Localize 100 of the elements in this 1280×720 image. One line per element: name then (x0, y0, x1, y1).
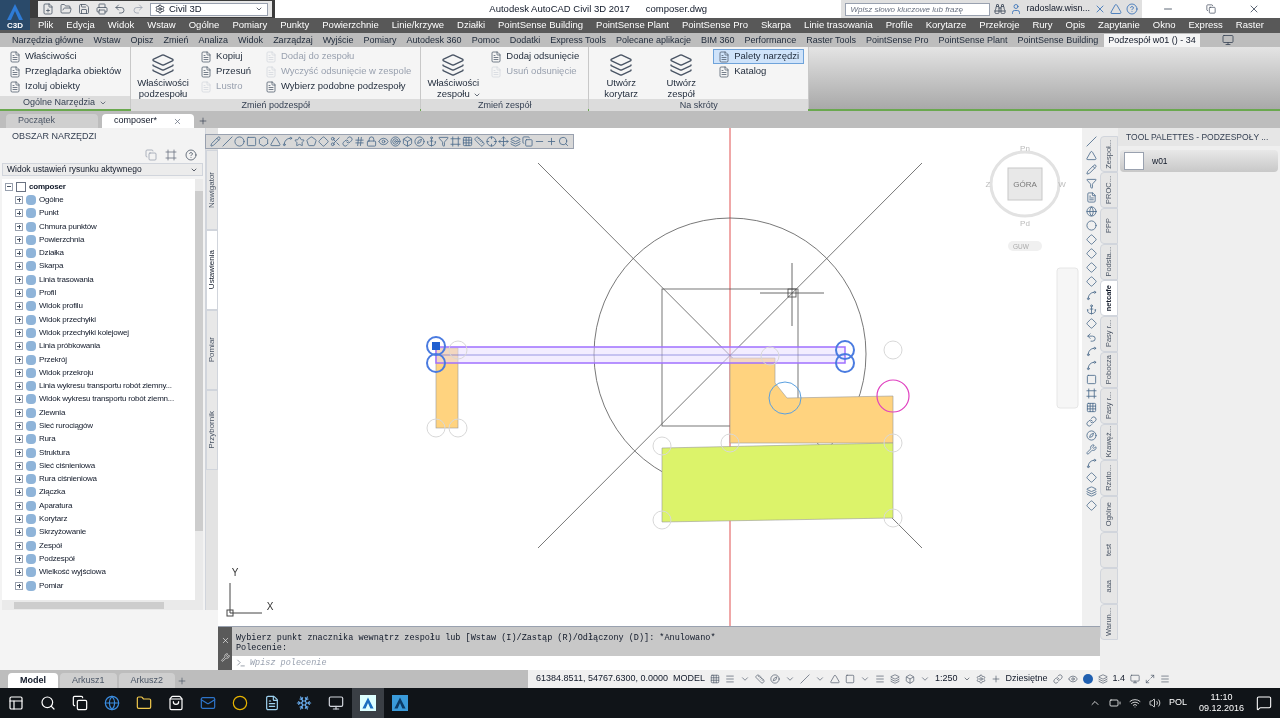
frame-icon[interactable] (450, 136, 461, 147)
plus-icon[interactable] (990, 674, 1001, 684)
caret-icon[interactable] (962, 675, 971, 683)
tree-item[interactable]: Linia próbkowania (2, 339, 195, 353)
add-tab-icon[interactable] (177, 676, 188, 686)
diamond-icon[interactable] (318, 136, 329, 147)
pencil-icon[interactable] (210, 136, 221, 147)
anchor-icon[interactable] (1085, 304, 1097, 315)
frame-icon[interactable] (1085, 388, 1097, 399)
tree-item[interactable]: Korytarz (2, 512, 195, 526)
menu-item[interactable]: Działki (457, 18, 486, 33)
expand-icon[interactable] (15, 262, 23, 271)
ribbon-tab[interactable]: Dodatki (505, 34, 545, 47)
crosshair-icon[interactable] (486, 136, 497, 147)
expand-icon[interactable] (15, 461, 23, 470)
tree-item[interactable]: Wielkość wyjściowa (2, 565, 195, 579)
tree-item[interactable]: Punkt (2, 206, 195, 220)
pencil-icon[interactable] (1085, 164, 1097, 175)
triangle-icon[interactable] (270, 136, 281, 147)
grid-icon[interactable] (1085, 402, 1097, 413)
ribbon-tab[interactable]: Polecane aplikacje (612, 34, 696, 47)
menu-item[interactable]: Plik (38, 18, 54, 33)
expand-icon[interactable] (15, 448, 23, 457)
expand-icon[interactable] (15, 501, 23, 510)
ribbon-tab[interactable]: PointSense Building (1013, 34, 1103, 47)
ribbon-tab[interactable]: Wstaw (89, 34, 125, 47)
layout-tab[interactable]: Arkusz1 (60, 673, 117, 688)
expand-icon[interactable] (15, 342, 23, 351)
ribbon-tab[interactable]: Zmień (159, 34, 193, 47)
speaker-icon[interactable] (1148, 697, 1161, 709)
tree-item[interactable]: Zlewnia (2, 406, 195, 420)
ribbon-small-button[interactable]: Wybierz podobne podzespoły (259, 79, 417, 94)
menu-item[interactable]: Pomiary (232, 18, 268, 33)
ribbon-tab[interactable]: Autodesk 360 (402, 34, 466, 47)
side-tab[interactable]: Ustawienia (206, 230, 218, 310)
cube-icon[interactable] (402, 136, 413, 147)
circle-icon[interactable] (234, 136, 245, 147)
tree-item[interactable]: Chmura punktów (2, 219, 195, 234)
tree-item[interactable]: Widok przechyłki kolejowej (2, 326, 195, 340)
tree-item[interactable]: Profil (2, 286, 195, 300)
new-file-icon[interactable] (42, 3, 54, 15)
circle-icon[interactable] (1085, 220, 1097, 231)
ribbon-small-button[interactable]: Przeglądarka obiektów (4, 64, 127, 79)
ribbon-small-button[interactable]: Izoluj obiekty (4, 79, 127, 94)
ribbon-tab[interactable]: Express Tools (546, 34, 610, 47)
ribbon-small-button[interactable]: Dodaj odsunięcie (485, 49, 585, 64)
grip-square[interactable] (432, 342, 440, 350)
scrollbar[interactable] (2, 600, 203, 610)
pentagon-icon[interactable] (306, 136, 317, 147)
diamond-icon[interactable] (1085, 234, 1097, 245)
tree-item[interactable]: Złączka (2, 485, 195, 500)
wifi-icon[interactable] (1128, 697, 1141, 709)
menu-icon[interactable] (1160, 674, 1171, 684)
expand-icon[interactable] (15, 315, 23, 324)
ribbon-tab[interactable]: BIM 360 (697, 34, 739, 47)
ruler-icon[interactable] (474, 136, 485, 147)
menu-item[interactable]: Wstaw (147, 18, 176, 33)
ribbon-small-button[interactable]: Palety narzędzi (713, 49, 805, 64)
curve-icon[interactable] (1085, 346, 1097, 357)
cube-icon[interactable] (905, 674, 915, 684)
document-tab[interactable]: Początek (6, 114, 98, 128)
grid-icon[interactable] (462, 136, 473, 147)
menu-item[interactable]: Rury (1032, 18, 1053, 33)
document-icon[interactable] (1085, 192, 1097, 203)
link-icon[interactable] (1085, 416, 1097, 427)
viewcube-face[interactable]: GÓRA (1013, 180, 1037, 189)
application-button[interactable]: C3D (0, 0, 30, 30)
settings-icon[interactable] (975, 674, 986, 684)
user-icon[interactable] (1010, 3, 1023, 15)
user-menu[interactable]: radoslaw.wisn... (1026, 2, 1090, 16)
menu-item[interactable]: Widok (107, 18, 135, 33)
palette-item[interactable]: w01 (1120, 150, 1278, 172)
ribbon-tab[interactable]: Narzędzia główne (8, 34, 88, 47)
tree-item[interactable]: Zespół (2, 539, 195, 553)
menu-item[interactable]: Linie trasowania (804, 18, 873, 33)
expand-icon[interactable] (15, 554, 23, 563)
tree-item[interactable]: Widok przekroju (2, 366, 195, 380)
tree-item[interactable]: composer (2, 180, 195, 194)
line-icon[interactable] (800, 674, 810, 684)
ribbon-small-button[interactable]: Kopiuj (195, 49, 256, 64)
caret-icon[interactable] (740, 674, 750, 684)
redo-icon[interactable] (132, 3, 144, 15)
square-icon[interactable] (246, 136, 257, 147)
compass-icon[interactable] (1085, 430, 1097, 441)
curve-icon[interactable] (282, 136, 293, 147)
ribbon-small-button[interactable]: Przesuń (195, 64, 256, 79)
ribbon-large-button[interactable]: Właściwości podzespołu (135, 49, 192, 99)
tree-item[interactable]: Skrzyżowanie (2, 525, 195, 539)
menu-item[interactable]: Punkty (280, 18, 310, 33)
menu-item[interactable]: Profile (885, 18, 913, 33)
copy-icon[interactable] (145, 148, 157, 161)
menu-item[interactable]: Linie/krzywe (391, 18, 445, 33)
expand-icon[interactable] (15, 408, 23, 417)
lines-icon[interactable] (875, 674, 885, 684)
layout-tab[interactable]: Arkusz2 (118, 673, 176, 688)
open-folder-icon[interactable] (60, 3, 72, 15)
tree-item[interactable]: Sieć rurociągów (2, 419, 195, 433)
ribbon-tab[interactable]: Pomoc (467, 34, 504, 47)
angle-icon[interactable] (830, 674, 840, 684)
caret-icon[interactable] (920, 674, 930, 684)
